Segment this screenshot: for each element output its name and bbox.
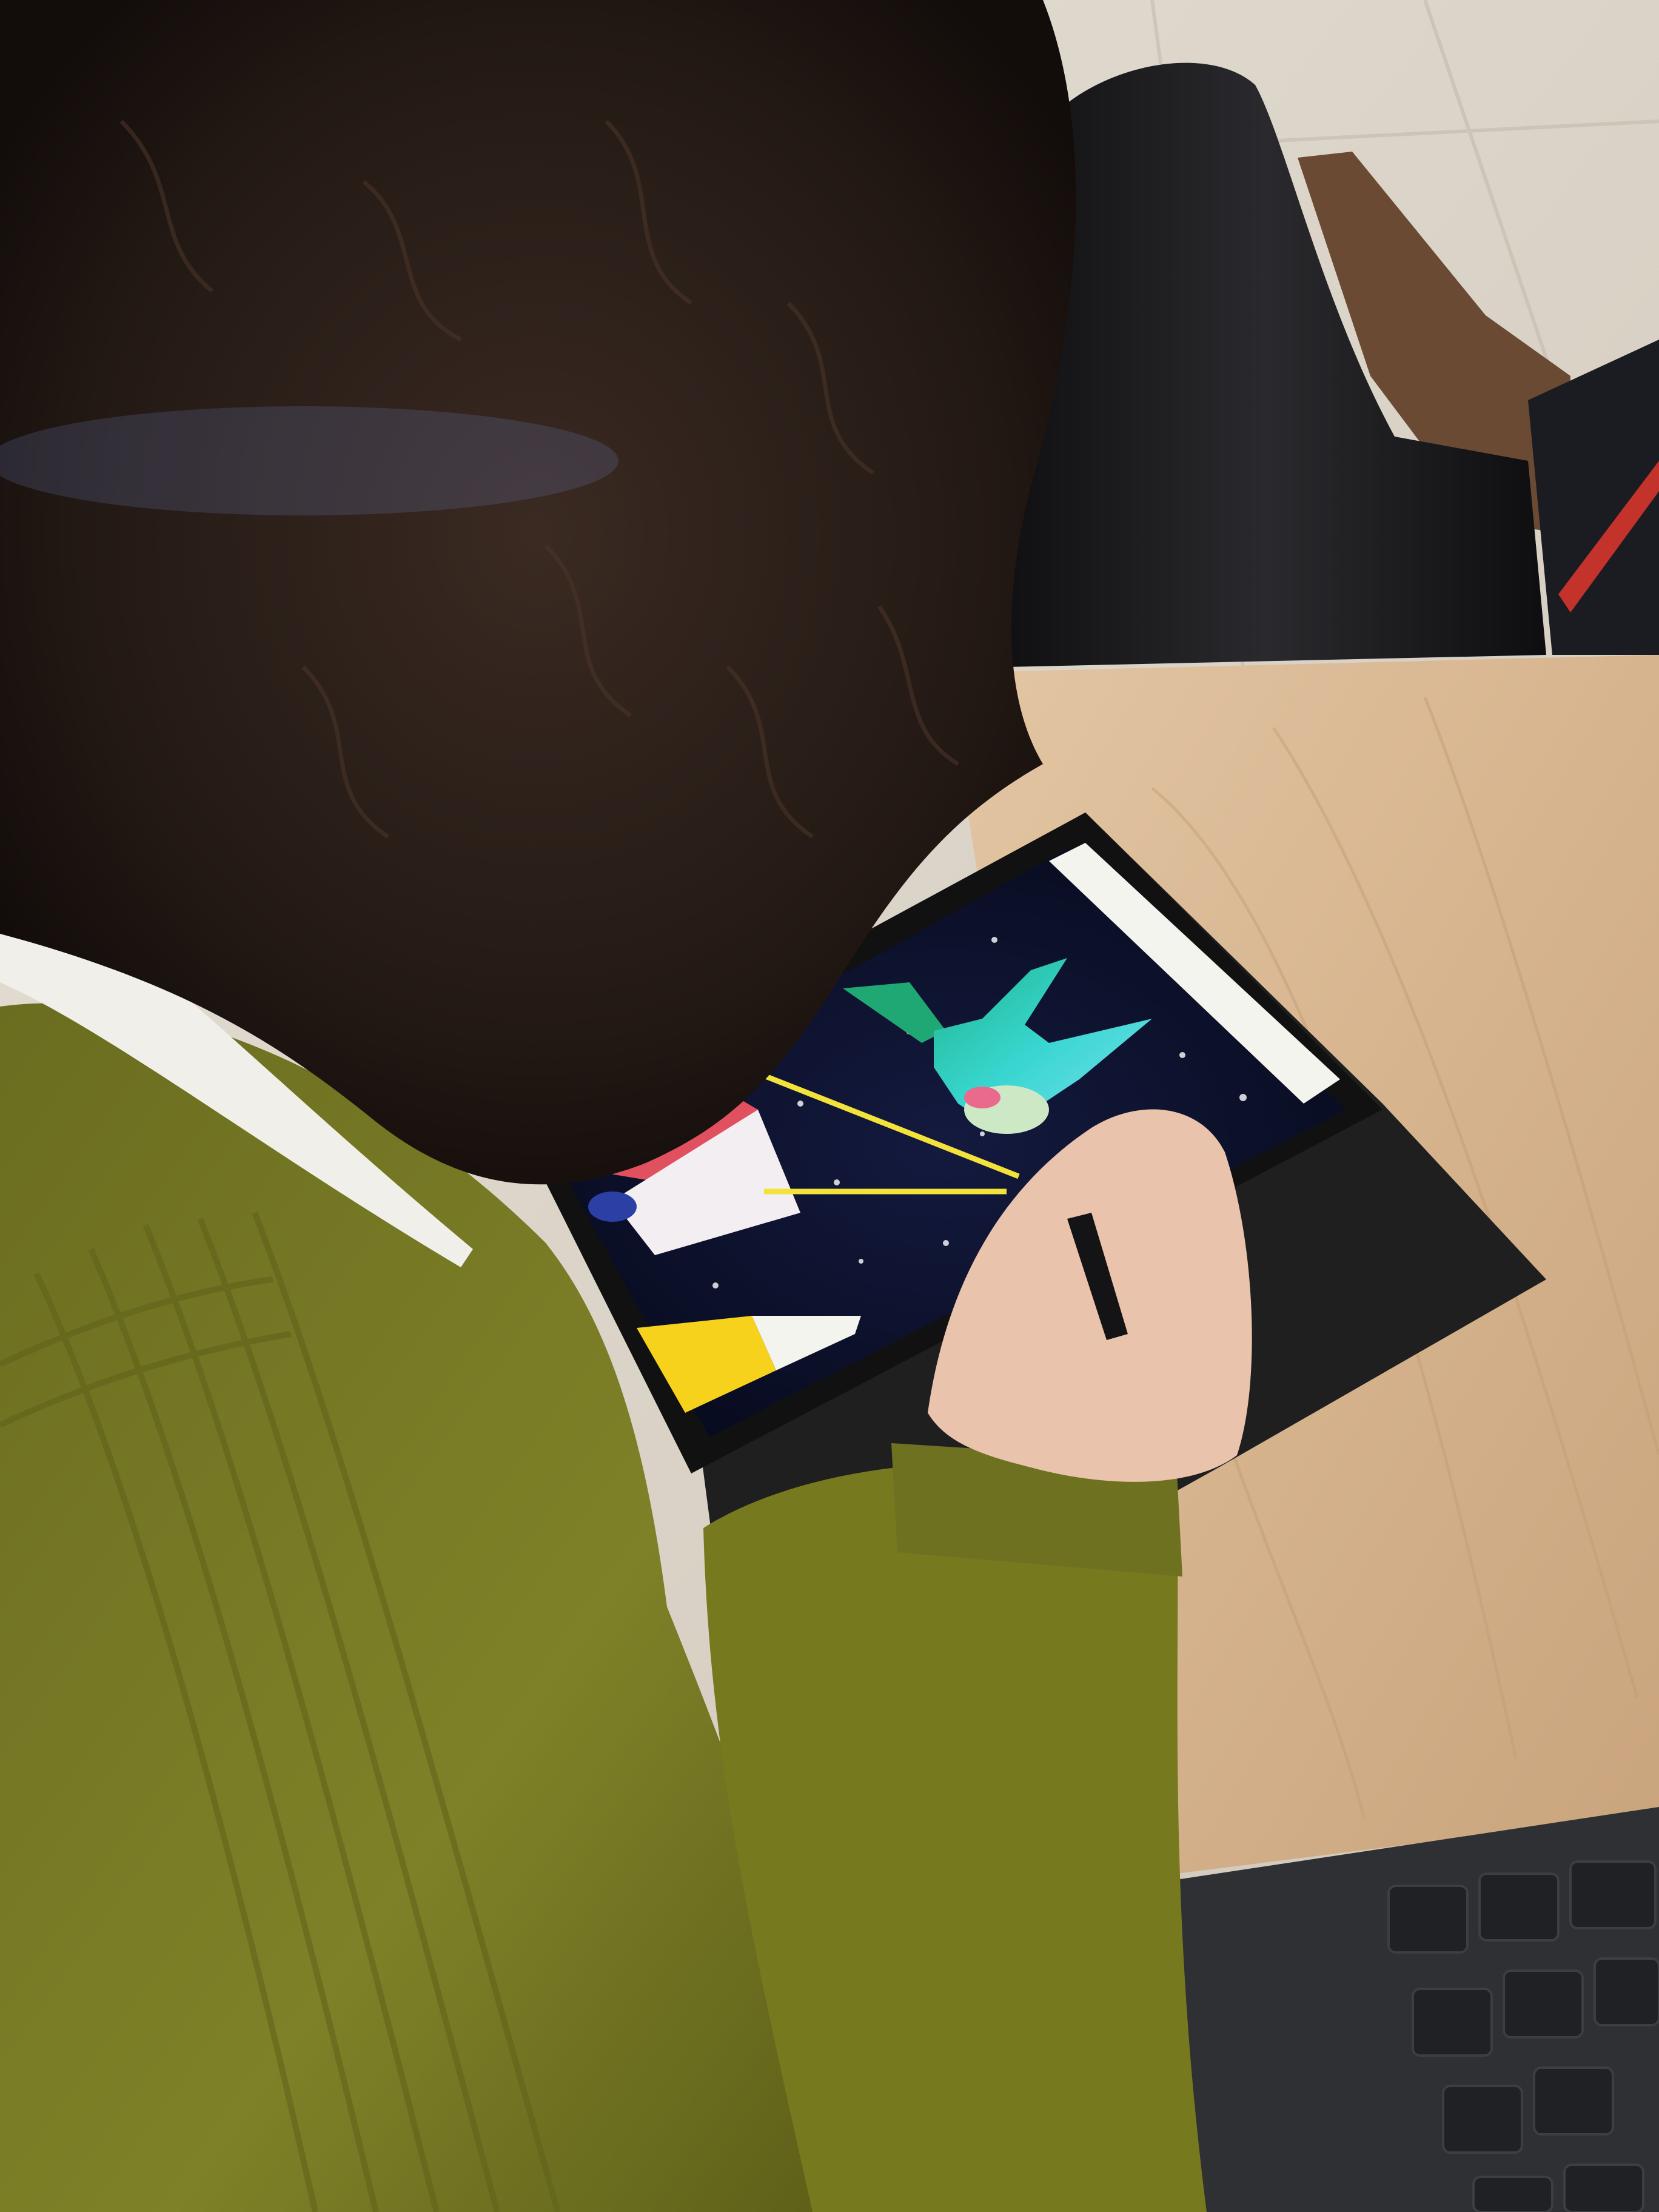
prism-base-glow xyxy=(588,1191,637,1222)
light-flare xyxy=(0,406,618,515)
photo-scene xyxy=(0,0,1659,2212)
